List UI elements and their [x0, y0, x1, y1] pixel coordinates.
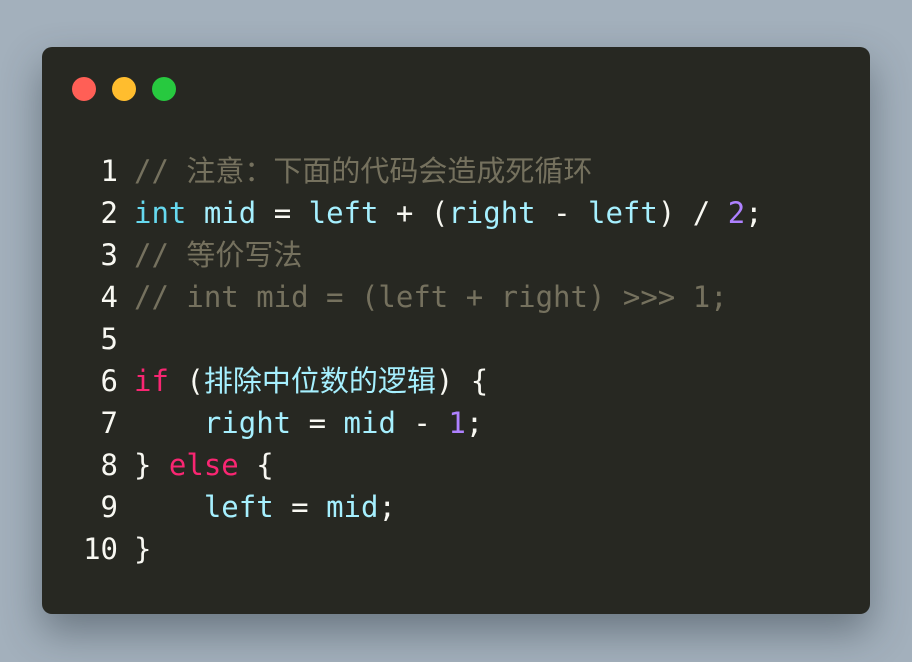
number-literal: 1 — [448, 406, 466, 440]
operator: = — [291, 406, 344, 440]
line-number: 4 — [100, 280, 118, 314]
punctuation: ; — [745, 196, 763, 230]
line-number: 7 — [100, 406, 118, 440]
identifier: left — [203, 490, 274, 524]
code-line: 6 if (排除中位数的逻辑) { — [78, 360, 860, 402]
line-number: 8 — [100, 448, 118, 482]
identifier: left — [308, 196, 379, 230]
identifier: mid — [343, 406, 396, 440]
line-number: 5 — [100, 322, 118, 356]
code-line: 10} — [78, 528, 860, 570]
close-dot-icon[interactable] — [72, 77, 96, 101]
punctuation: ; — [378, 490, 396, 524]
punctuation: } — [134, 448, 169, 482]
code-line: 7 right = mid - 1; — [78, 402, 860, 444]
line-number: 6 — [100, 364, 118, 398]
code-comment: // 等价写法 — [134, 238, 303, 272]
punctuation: { — [238, 448, 274, 482]
identifier: left — [588, 196, 658, 230]
line-number: 10 — [83, 532, 118, 566]
condition-text: 排除中位数的逻辑 — [203, 364, 436, 398]
operator: ) / — [657, 196, 728, 230]
identifier: right — [448, 196, 536, 230]
operator: + ( — [378, 196, 449, 230]
control-keyword: else — [168, 448, 239, 482]
code-line: 4 // int mid = (left + right) >>> 1; — [78, 276, 860, 318]
operator: = — [256, 196, 309, 230]
line-number: 1 — [100, 154, 118, 188]
punctuation: ) { — [435, 364, 489, 398]
code-line: 2 int mid = left + (right - left) / 2; — [78, 192, 860, 234]
punctuation: ; — [465, 406, 484, 440]
punctuation: } — [134, 532, 152, 566]
operator: - — [535, 196, 589, 230]
maximize-dot-icon[interactable] — [152, 77, 176, 101]
operator: - — [395, 406, 449, 440]
line-number: 9 — [100, 490, 118, 524]
type-keyword: int — [134, 196, 187, 230]
code-line: 5 — [78, 318, 860, 360]
operator: = — [273, 490, 327, 524]
line-number: 3 — [100, 238, 118, 272]
code-comment: // int mid = (left + right) >>> 1; — [134, 280, 728, 314]
code-line: 3 // 等价写法 — [78, 234, 860, 276]
code-line: 1 // 注意：下面的代码会造成死循环 — [78, 150, 860, 192]
identifier: mid — [186, 196, 257, 230]
code-comment: // 注意：下面的代码会造成死循环 — [134, 154, 593, 188]
number-literal: 2 — [727, 196, 746, 230]
code-line: 9 left = mid; — [78, 486, 860, 528]
punctuation: ( — [168, 364, 204, 398]
code-line: 8} else { — [78, 444, 860, 486]
code-block: 1// 注意：下面的代码会造成死循环 2 int mid = left + (ri… — [78, 150, 860, 570]
control-keyword: if — [134, 364, 169, 398]
identifier: mid — [326, 490, 379, 524]
identifier: right — [203, 406, 292, 440]
minimize-dot-icon[interactable] — [112, 77, 136, 101]
line-number: 2 — [100, 196, 118, 230]
code-window: 1// 注意：下面的代码会造成死循环 2 int mid = left + (ri… — [42, 47, 870, 614]
